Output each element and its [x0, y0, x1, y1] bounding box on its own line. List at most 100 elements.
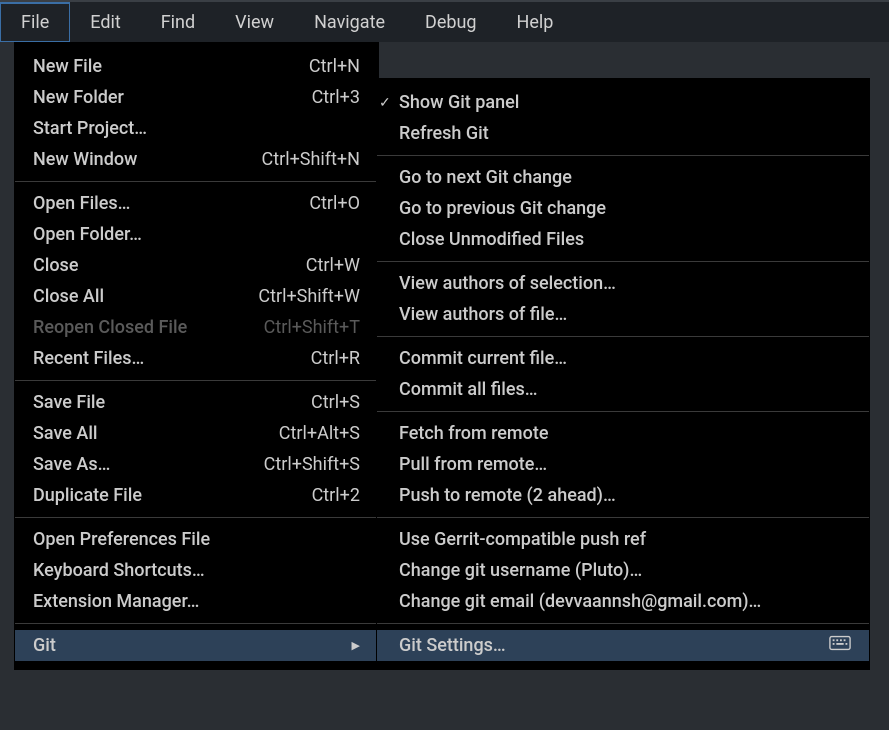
menu-item-reopen-closed-file: Reopen Closed File Ctrl+Shift+T: [15, 312, 378, 343]
menu-item-git-settings[interactable]: Git Settings…: [377, 630, 869, 661]
menu-item-shortcut: Ctrl+Shift+W: [258, 286, 360, 307]
keyboard-icon: [829, 635, 851, 656]
menu-item-label: Change git email (devvaannsh@gmail.com)…: [399, 591, 851, 612]
menu-item-push-to-remote-2-ahead[interactable]: Push to remote (2 ahead)…: [377, 480, 869, 511]
menu-item-label: Close All: [33, 286, 234, 307]
menu-item-new-folder[interactable]: New Folder Ctrl+3: [15, 82, 378, 113]
menu-item-view-authors-of-selection[interactable]: View authors of selection…: [377, 268, 869, 299]
menu-item-label: Close Unmodified Files: [399, 229, 851, 250]
menu-item-shortcut: Ctrl+Shift+S: [264, 454, 360, 475]
menu-item-commit-current-file[interactable]: Commit current file…: [377, 343, 869, 374]
menu-item-close-all[interactable]: Close All Ctrl+Shift+W: [15, 281, 378, 312]
menu-separator: [15, 380, 378, 381]
menu-item-new-file[interactable]: New FileCtrl+N: [15, 51, 378, 82]
menu-item-shortcut: Ctrl+W: [306, 255, 360, 276]
menu-item-label: Fetch from remote: [399, 423, 851, 444]
menu-item-label: View authors of file…: [399, 304, 851, 325]
menu-item-shortcut: Ctrl+Alt+S: [279, 423, 360, 444]
menu-item-label: Keyboard Shortcuts…: [33, 560, 360, 581]
menu-item-shortcut: Ctrl+S: [311, 392, 360, 413]
menubar: File Edit Find View Navigate Debug Help: [0, 0, 889, 42]
menu-item-use-gerrit-compatible-push-ref[interactable]: Use Gerrit-compatible push ref: [377, 524, 869, 555]
menu-item-open-files[interactable]: Open Files… Ctrl+O: [15, 188, 378, 219]
menubar-edit[interactable]: Edit: [70, 2, 140, 42]
menu-item-label: Change git username (Pluto)…: [399, 560, 851, 581]
menubar-help[interactable]: Help: [497, 2, 574, 42]
menu-item-git[interactable]: Git ▶: [15, 630, 378, 661]
menubar-navigate[interactable]: Navigate: [294, 2, 405, 42]
menu-item-label: Open Preferences File: [33, 529, 360, 550]
menu-item-show-git-panel[interactable]: ✓ Show Git panel: [377, 87, 869, 118]
menubar-file[interactable]: File: [0, 2, 70, 42]
menu-item-label: New File: [33, 56, 285, 77]
menu-item-label: Duplicate File: [33, 485, 288, 506]
menu-item-shortcut: Ctrl+R: [311, 348, 360, 369]
menu-separator: [15, 623, 378, 624]
menu-separator: [377, 623, 869, 624]
menu-item-new-window[interactable]: New WindowCtrl+Shift+N: [15, 144, 378, 175]
menubar-find[interactable]: Find: [141, 2, 215, 42]
menu-item-label: Commit current file…: [399, 348, 851, 369]
menu-item-duplicate-file[interactable]: Duplicate File Ctrl+2: [15, 480, 378, 511]
menu-separator: [15, 181, 378, 182]
menu-item-label: Save File: [33, 392, 287, 413]
menu-item-close[interactable]: CloseCtrl+W: [15, 250, 378, 281]
menu-item-label: View authors of selection…: [399, 273, 851, 294]
menu-item-close-unmodified-files[interactable]: Close Unmodified Files: [377, 224, 869, 255]
menu-item-label: Extension Manager…: [33, 591, 360, 612]
menu-item-label: Reopen Closed File: [33, 317, 240, 338]
main-area: New FileCtrl+N New Folder Ctrl+3 Start Proj…: [0, 42, 889, 730]
menu-item-label: Go to previous Git change: [399, 198, 851, 219]
menubar-view[interactable]: View: [215, 2, 294, 42]
menu-item-extension-manager[interactable]: Extension Manager…: [15, 586, 378, 617]
menu-item-shortcut: Ctrl+2: [312, 485, 360, 506]
menu-item-open-folder[interactable]: Open Folder…: [15, 219, 378, 250]
menu-item-label: Commit all files…: [399, 379, 851, 400]
menu-item-shortcut: Ctrl+O: [309, 193, 360, 214]
menu-item-commit-all-files[interactable]: Commit all files…: [377, 374, 869, 405]
menu-item-label: Save As…: [33, 454, 240, 475]
menu-item-label: Git Settings…: [399, 635, 851, 656]
menu-item-change-git-email-devvaannsh-gmail-com[interactable]: Change git email (devvaannsh@gmail.com)…: [377, 586, 869, 617]
menu-item-go-to-next-git-change[interactable]: Go to next Git change: [377, 162, 869, 193]
menu-item-save-file[interactable]: Save File Ctrl+S: [15, 387, 378, 418]
menu-item-shortcut: Ctrl+3: [312, 87, 360, 108]
menu-item-label: Show Git panel: [399, 92, 851, 113]
menu-item-label: Git: [33, 635, 340, 656]
menu-item-label: Pull from remote…: [399, 454, 851, 475]
menu-separator: [377, 155, 869, 156]
menu-item-label: Refresh Git: [399, 123, 851, 144]
menu-item-pull-from-remote[interactable]: Pull from remote…: [377, 449, 869, 480]
menu-item-save-all[interactable]: Save AllCtrl+Alt+S: [15, 418, 378, 449]
menu-item-shortcut: Ctrl+Shift+T: [264, 317, 360, 338]
menubar-debug[interactable]: Debug: [405, 2, 497, 42]
menu-item-keyboard-shortcuts[interactable]: Keyboard Shortcuts…: [15, 555, 378, 586]
menu-separator: [377, 261, 869, 262]
menu-item-fetch-from-remote[interactable]: Fetch from remote: [377, 418, 869, 449]
file-dropdown-menu: New FileCtrl+N New Folder Ctrl+3 Start Proj…: [14, 42, 379, 670]
check-icon: ✓: [379, 95, 391, 111]
menu-separator: [377, 517, 869, 518]
menu-item-label: Push to remote (2 ahead)…: [399, 485, 851, 506]
menu-item-start-project[interactable]: Start Project…: [15, 113, 378, 144]
menu-item-shortcut: Ctrl+Shift+N: [262, 149, 360, 170]
menu-item-recent-files[interactable]: Recent Files… Ctrl+R: [15, 343, 378, 374]
menu-item-label: Start Project…: [33, 118, 360, 139]
menu-item-refresh-git[interactable]: Refresh Git: [377, 118, 869, 149]
menu-separator: [15, 517, 378, 518]
menu-item-go-to-previous-git-change[interactable]: Go to previous Git change: [377, 193, 869, 224]
submenu-arrow-icon: ▶: [352, 639, 360, 652]
menu-item-label: Open Files…: [33, 193, 285, 214]
menu-item-label: Open Folder…: [33, 224, 360, 245]
menu-item-label: Use Gerrit-compatible push ref: [399, 529, 851, 550]
menu-item-change-git-username-pluto[interactable]: Change git username (Pluto)…: [377, 555, 869, 586]
git-submenu: ✓ Show Git panel Refresh Git Go to next Git…: [376, 78, 870, 670]
menu-item-view-authors-of-file[interactable]: View authors of file…: [377, 299, 869, 330]
menu-item-label: Go to next Git change: [399, 167, 851, 188]
menu-item-open-preferences-file[interactable]: Open Preferences File: [15, 524, 378, 555]
menu-separator: [377, 336, 869, 337]
menu-item-label: Recent Files…: [33, 348, 287, 369]
menu-item-label: New Folder: [33, 87, 288, 108]
menu-separator: [377, 411, 869, 412]
menu-item-save-as[interactable]: Save As… Ctrl+Shift+S: [15, 449, 378, 480]
